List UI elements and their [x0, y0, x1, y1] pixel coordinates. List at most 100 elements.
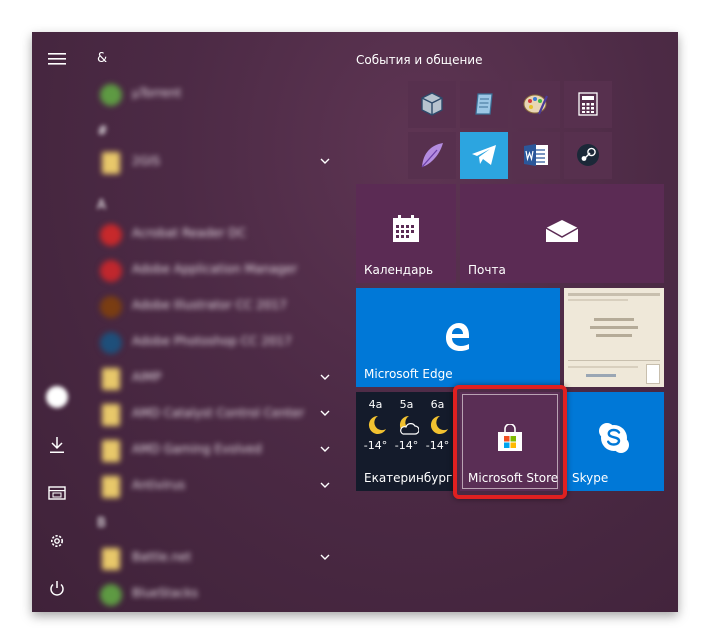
- app-folder-item[interactable]: AIMP: [82, 360, 340, 396]
- folder-icon: [102, 476, 120, 498]
- virtualbox-tile[interactable]: [408, 81, 456, 128]
- hamburger-menu-icon[interactable]: [42, 44, 72, 74]
- forecast-time: 5a: [399, 398, 414, 411]
- app-icon: [100, 260, 122, 282]
- skype-tile-label: Skype: [572, 471, 609, 485]
- notepad-icon: [475, 93, 493, 115]
- weather-forecast-column: 5a -14°: [391, 392, 422, 452]
- feather-icon: [421, 143, 443, 168]
- paint-palette-icon: [523, 94, 549, 115]
- app-list-item-label: AMD Gaming Evolved: [132, 442, 262, 456]
- notepad-tile[interactable]: [460, 81, 508, 128]
- app-icon: [100, 296, 122, 318]
- app-list-item-label: AMD Catalyst Control Center: [132, 406, 305, 420]
- folder-icon: [102, 548, 120, 570]
- forecast-time: 6a: [430, 398, 445, 411]
- forecast-time: 4a: [368, 398, 383, 411]
- steam-tile[interactable]: [564, 132, 612, 179]
- folder-icon: [102, 368, 120, 390]
- moon-icon: [430, 415, 448, 434]
- settings-gear-icon[interactable]: [42, 526, 72, 556]
- weather-forecast-column: 4a -14°: [360, 392, 391, 452]
- edge-icon: [446, 323, 469, 351]
- app-list-letter-header[interactable]: &: [97, 51, 107, 66]
- app-folder-item[interactable]: 2GIS: [82, 144, 340, 180]
- app-list-item-label: Adobe Photoshop CC 2017: [132, 334, 292, 348]
- left-rail: [32, 32, 82, 612]
- telegram-icon: [472, 145, 496, 165]
- app-list-item[interactable]: Adobe Application Manager: [82, 252, 340, 288]
- chevron-down-icon[interactable]: [318, 550, 332, 564]
- photos-tile[interactable]: [564, 288, 664, 387]
- app-list-item[interactable]: Acrobat Reader DC: [82, 216, 340, 252]
- file-explorer-icon[interactable]: [42, 478, 72, 508]
- app-folder-item[interactable]: AMD Gaming Evolved: [82, 432, 340, 468]
- app-icon: [100, 224, 122, 246]
- edge-tile[interactable]: Microsoft Edge: [356, 288, 560, 387]
- app-list: & µTorrent #2GIS A Acrobat Reader DC Adobe A…: [82, 32, 340, 612]
- calculator-tile[interactable]: [564, 81, 612, 128]
- app-list-item-label: AIMP: [132, 370, 162, 384]
- weather-tile-label: Екатеринбург: [364, 471, 453, 485]
- tile-group-title: События и общение: [356, 53, 483, 67]
- steam-icon: [577, 144, 599, 166]
- app-folder-item[interactable]: AMD Catalyst Control Center: [82, 396, 340, 432]
- app-list-item-label: Adobe Illustrator CC 2017: [132, 298, 287, 312]
- app-list-item-label: Acrobat Reader DC: [132, 226, 246, 240]
- calculator-icon: [578, 92, 598, 116]
- app-icon: [100, 84, 122, 106]
- chevron-down-icon[interactable]: [318, 406, 332, 420]
- mail-tile-label: Почта: [468, 263, 506, 277]
- app-list-item-label: BlueStacks: [132, 586, 199, 600]
- chevron-down-icon[interactable]: [318, 370, 332, 384]
- app-list-letter-header[interactable]: A: [97, 198, 106, 213]
- power-icon[interactable]: [42, 574, 72, 604]
- app-list-letter-header[interactable]: B: [97, 516, 106, 531]
- app-list-item[interactable]: BlueStacks: [82, 576, 340, 612]
- app-list-item-label: Battle.net: [132, 550, 192, 564]
- app-icon: [100, 332, 122, 354]
- chevron-down-icon[interactable]: [318, 478, 332, 492]
- paint-tile[interactable]: [512, 81, 560, 128]
- skype-tile[interactable]: Skype: [564, 392, 664, 491]
- app-folder-item[interactable]: Battle.net: [82, 540, 340, 576]
- start-menu: & µTorrent #2GIS A Acrobat Reader DC Adobe A…: [32, 32, 678, 612]
- downloads-icon[interactable]: [42, 430, 72, 460]
- app-list-item-label: 2GIS: [132, 154, 161, 168]
- chevron-down-icon[interactable]: [318, 154, 332, 168]
- folder-icon: [102, 440, 120, 462]
- app-list-item-label: µTorrent: [132, 86, 182, 100]
- app-list-item-label: Antivirus: [132, 478, 186, 492]
- forecast-temperature: -14°: [363, 439, 388, 452]
- mail-envelope-icon: [545, 220, 579, 242]
- user-avatar-icon[interactable]: [42, 382, 72, 412]
- app-folder-item[interactable]: Antivirus: [82, 468, 340, 504]
- folder-icon: [102, 404, 120, 426]
- edge-tile-label: Microsoft Edge: [364, 367, 453, 381]
- store-highlight-frame: [453, 385, 567, 499]
- weather-tile[interactable]: 4a -14° 5a -14° 6a -14° Екатеринбург: [356, 392, 456, 491]
- chevron-down-icon[interactable]: [318, 442, 332, 456]
- telegram-tile[interactable]: [460, 132, 508, 179]
- word-tile[interactable]: [512, 132, 560, 179]
- app-icon: [100, 584, 122, 606]
- forecast-temperature: -14°: [425, 439, 450, 452]
- app-list-item-label: Adobe Application Manager: [132, 262, 298, 276]
- moon-cloud-icon: [399, 415, 419, 435]
- mail-tile[interactable]: Почта: [460, 184, 664, 283]
- app-list-item[interactable]: µTorrent: [82, 76, 340, 112]
- moon-icon: [368, 415, 386, 434]
- skype-icon: [599, 423, 629, 453]
- calendar-icon: [393, 215, 419, 242]
- forecast-temperature: -14°: [394, 439, 419, 452]
- calendar-tile[interactable]: Календарь: [356, 184, 456, 283]
- app-list-letter-header[interactable]: #: [97, 124, 108, 139]
- calendar-tile-label: Календарь: [364, 263, 434, 277]
- folder-icon: [102, 152, 120, 174]
- app-list-item[interactable]: Adobe Illustrator CC 2017: [82, 288, 340, 324]
- weather-forecast-column: 6a -14°: [422, 392, 453, 452]
- virtualbox-icon: [421, 92, 443, 116]
- feather-app-tile[interactable]: [408, 132, 456, 179]
- word-icon: [524, 144, 548, 166]
- app-list-item[interactable]: Adobe Photoshop CC 2017: [82, 324, 340, 360]
